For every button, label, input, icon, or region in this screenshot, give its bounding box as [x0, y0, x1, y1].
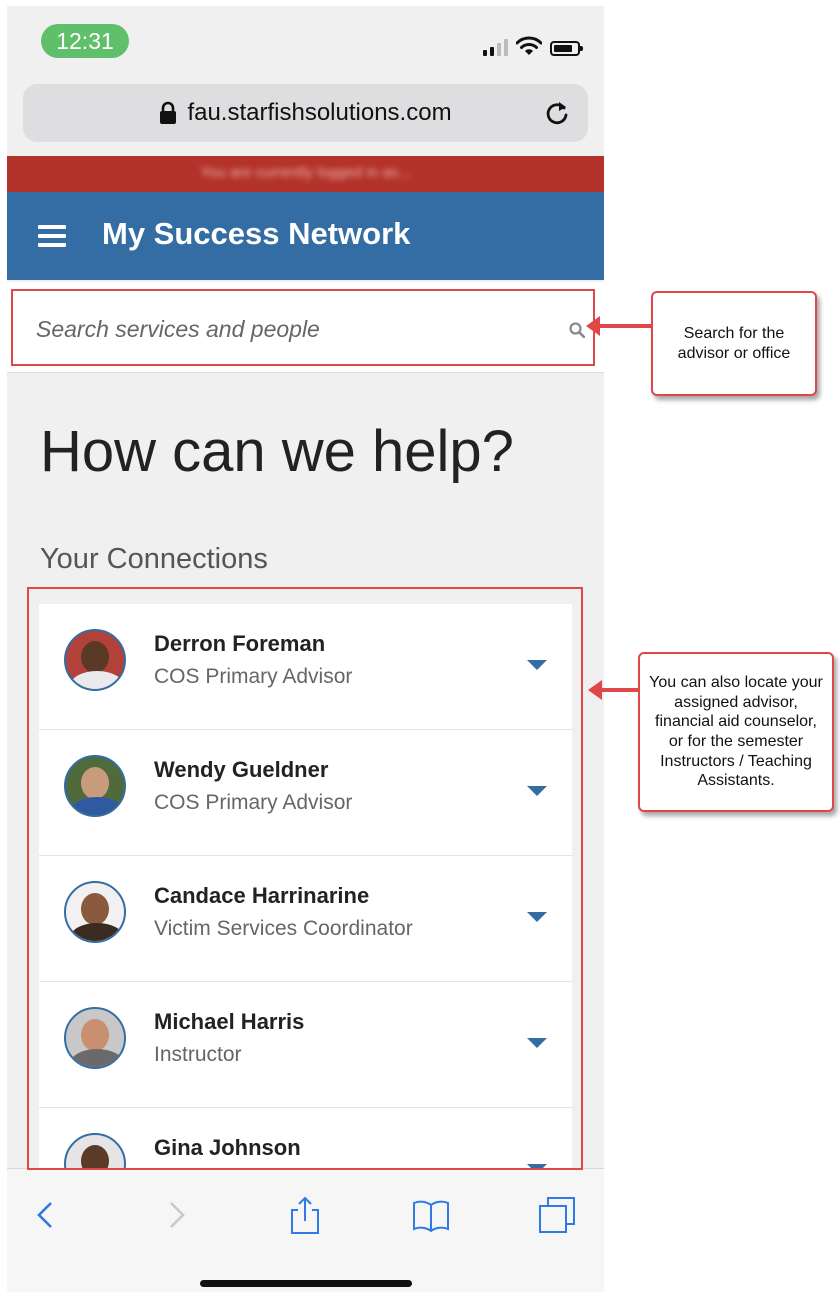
connections-callout: You can also locate your assigned adviso…: [638, 652, 834, 812]
hamburger-menu-icon[interactable]: [38, 225, 66, 247]
connections-heading: Your Connections: [40, 543, 268, 575]
page-title: My Success Network: [102, 216, 411, 251]
url-text: fau.starfishsolutions.com: [187, 99, 452, 126]
lock-icon: [160, 101, 177, 124]
url-bar[interactable]: fau.starfishsolutions.com: [23, 84, 588, 142]
tabs-icon[interactable]: [537, 1195, 577, 1235]
notice-banner-text: You are currently logged in as...: [200, 164, 411, 181]
search-callout: Search for the advisor or office: [651, 291, 817, 396]
notice-banner: You are currently logged in as...: [7, 156, 604, 192]
back-icon[interactable]: [27, 1195, 67, 1235]
forward-icon[interactable]: [157, 1195, 197, 1235]
bookmarks-icon[interactable]: [411, 1195, 451, 1235]
home-indicator[interactable]: [200, 1280, 412, 1287]
status-icons: [483, 32, 583, 56]
wifi-icon: [516, 36, 542, 55]
signal-icon: [483, 38, 508, 56]
share-icon[interactable]: [285, 1195, 325, 1235]
help-heading: How can we help?: [40, 419, 514, 484]
connections-callout-arrow: [588, 680, 640, 700]
app-header: My Success Network: [7, 192, 604, 280]
browser-toolbar: [7, 1168, 604, 1292]
connections-highlight-box: [27, 587, 583, 1170]
reload-icon[interactable]: [542, 98, 572, 128]
search-highlight-box: [11, 289, 595, 366]
status-bar: 12:31: [7, 6, 604, 76]
status-time: 12:31: [41, 24, 129, 58]
search-callout-arrow: [586, 316, 652, 336]
battery-icon: [550, 41, 583, 56]
